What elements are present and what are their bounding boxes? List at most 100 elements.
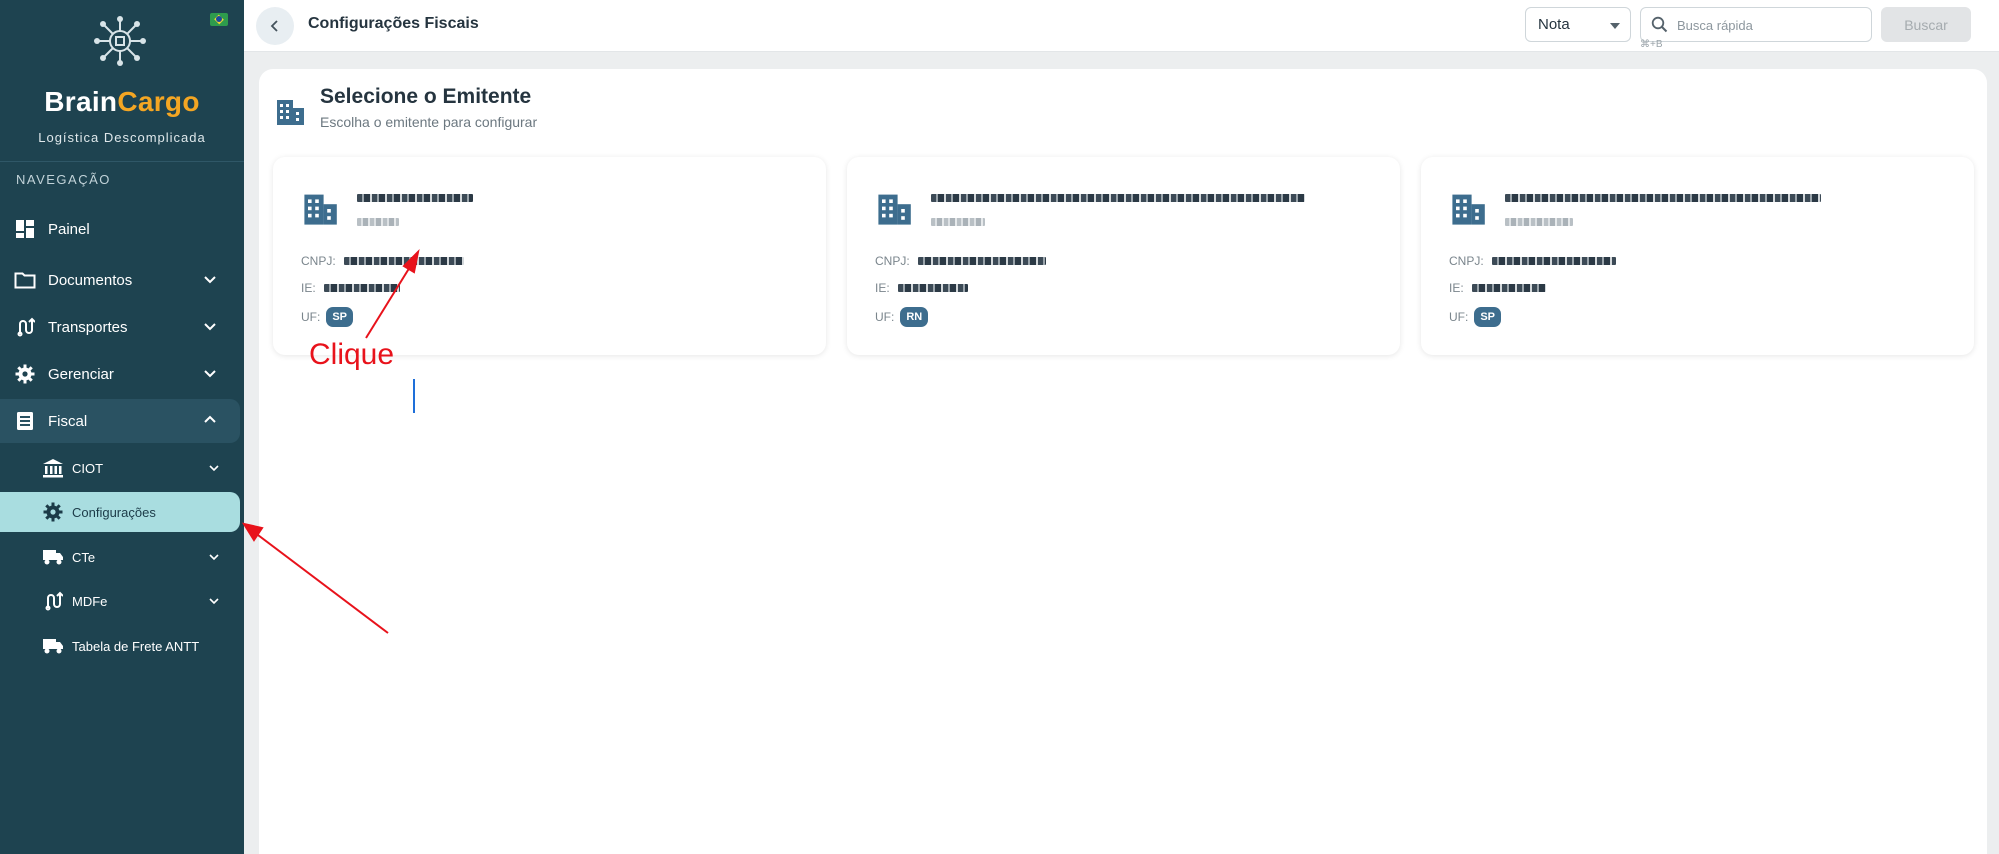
building-icon <box>1452 194 1485 225</box>
cnpj-value-redacted <box>343 257 464 265</box>
main-panel: Selecione o Emitente Escolha o emitente … <box>259 69 1987 854</box>
sidebar: BrainCargo Logística Descomplicada NAVEG… <box>0 0 244 854</box>
uf-label: UF: <box>301 310 321 324</box>
emitente-name-redacted <box>1505 194 1821 202</box>
cnpj-value-redacted <box>917 257 1046 265</box>
nav-heading: NAVEGAÇÃO <box>16 172 111 187</box>
brand-name: BrainCargo <box>44 86 200 117</box>
chevron-up-icon <box>204 415 216 423</box>
emitente-subname-redacted <box>357 218 399 226</box>
sidebar-item-gerenciar[interactable]: Gerenciar <box>0 352 240 396</box>
logo-area: BrainCargo Logística Descomplicada <box>0 0 244 162</box>
list-icon <box>14 410 36 432</box>
search-button[interactable]: Buscar <box>1881 7 1971 42</box>
ie-label: IE: <box>1449 281 1464 295</box>
select-value: Nota <box>1538 16 1570 33</box>
caret-down-icon <box>1610 23 1620 29</box>
uf-row: UF: SP <box>301 307 354 327</box>
sidebar-subitem-label: CTe <box>72 549 96 565</box>
ie-value-redacted <box>897 284 968 292</box>
chevron-left-icon <box>270 20 278 32</box>
gear-icon <box>42 501 64 523</box>
chevron-down-icon <box>204 276 216 284</box>
panel-title: Selecione o Emitente <box>320 85 532 108</box>
ie-value-redacted <box>1471 284 1546 292</box>
uf-row: UF: SP <box>1449 307 1502 327</box>
sidebar-subitem-label: MDFe <box>72 593 108 609</box>
sidebar-item-label: Painel <box>48 220 90 238</box>
bank-icon <box>42 457 64 479</box>
back-button[interactable] <box>256 7 294 45</box>
emitente-card[interactable]: CNPJ: IE: UF: SP <box>273 157 826 355</box>
search-icon <box>1651 16 1668 33</box>
sidebar-item-documentos[interactable]: Documentos <box>0 258 240 302</box>
building-icon <box>304 194 337 225</box>
sidebar-subitem-ciot[interactable]: CIOT <box>0 448 240 488</box>
ie-row: IE: <box>1449 281 1546 295</box>
sidebar-item-transportes[interactable]: Transportes <box>0 305 240 349</box>
chevron-down-icon <box>209 598 219 605</box>
route-icon <box>14 316 36 338</box>
document-type-select[interactable]: Nota <box>1525 7 1631 42</box>
uf-badge: RN <box>900 307 929 327</box>
sidebar-item-label: Fiscal <box>48 412 88 430</box>
sidebar-item-label: Gerenciar <box>48 365 114 383</box>
brain-logo-icon <box>94 16 146 66</box>
uf-label: UF: <box>875 310 895 324</box>
page-title: Configurações Fiscais <box>308 15 479 32</box>
quick-search[interactable] <box>1640 7 1872 42</box>
sidebar-item-fiscal[interactable]: Fiscal <box>0 399 240 443</box>
cnpj-row: CNPJ: <box>301 254 464 268</box>
emitente-subname-redacted <box>931 218 985 226</box>
uf-row: UF: RN <box>875 307 929 327</box>
chevron-down-icon <box>204 323 216 331</box>
brazil-flag-icon[interactable] <box>210 13 228 26</box>
text-cursor <box>413 379 415 413</box>
uf-badge: SP <box>1474 307 1502 327</box>
sidebar-subitem-label: CIOT <box>72 460 104 476</box>
truck-icon <box>42 635 64 657</box>
folder-icon <box>14 269 36 291</box>
annotation-clique-label: Clique <box>309 338 395 371</box>
cnpj-label: CNPJ: <box>875 254 910 268</box>
sidebar-item-painel[interactable]: Painel <box>0 207 240 251</box>
route-icon <box>42 590 64 612</box>
sidebar-subitem-tabela-frete-antt[interactable]: Tabela de Frete ANTT <box>0 626 240 666</box>
search-input[interactable] <box>1677 14 1863 36</box>
emitente-card[interactable]: CNPJ: IE: UF: RN <box>847 157 1400 355</box>
gear-icon <box>14 363 36 385</box>
sidebar-item-label: Documentos <box>48 271 133 289</box>
truck-icon <box>42 546 64 568</box>
cnpj-label: CNPJ: <box>1449 254 1484 268</box>
dashboard-icon <box>14 218 36 240</box>
sidebar-item-label: Transportes <box>48 318 128 336</box>
sidebar-subitem-label: Tabela de Frete ANTT <box>72 638 200 654</box>
cnpj-row: CNPJ: <box>1449 254 1616 268</box>
sidebar-subitem-label: Configurações <box>72 504 156 520</box>
uf-label: UF: <box>1449 310 1469 324</box>
top-bar: Configurações Fiscais Nota ⌘+B Buscar <box>244 0 1999 52</box>
emitente-subname-redacted <box>1505 218 1573 226</box>
ie-label: IE: <box>301 281 316 295</box>
brand-tagline: Logística Descomplicada <box>38 130 206 145</box>
emitente-name-redacted <box>931 194 1305 202</box>
chevron-down-icon <box>209 554 219 561</box>
building-icon <box>878 194 911 225</box>
sidebar-subitem-configuracoes[interactable]: Configurações <box>0 492 240 532</box>
search-shortcut-hint: ⌘+B <box>1640 39 1663 50</box>
chevron-down-icon <box>209 465 219 472</box>
sidebar-subitem-mdfe[interactable]: MDFe <box>0 581 240 621</box>
cnpj-value-redacted <box>1491 257 1616 265</box>
ie-value-redacted <box>323 284 400 292</box>
emitente-card[interactable]: CNPJ: IE: UF: SP <box>1421 157 1974 355</box>
chevron-down-icon <box>204 370 216 378</box>
ie-label: IE: <box>875 281 890 295</box>
building-icon <box>277 100 304 125</box>
uf-badge: SP <box>326 307 354 327</box>
cnpj-label: CNPJ: <box>301 254 336 268</box>
ie-row: IE: <box>301 281 400 295</box>
sidebar-subitem-cte[interactable]: CTe <box>0 537 240 577</box>
cnpj-row: CNPJ: <box>875 254 1046 268</box>
panel-subtitle: Escolha o emitente para configurar <box>320 114 538 130</box>
ie-row: IE: <box>875 281 968 295</box>
